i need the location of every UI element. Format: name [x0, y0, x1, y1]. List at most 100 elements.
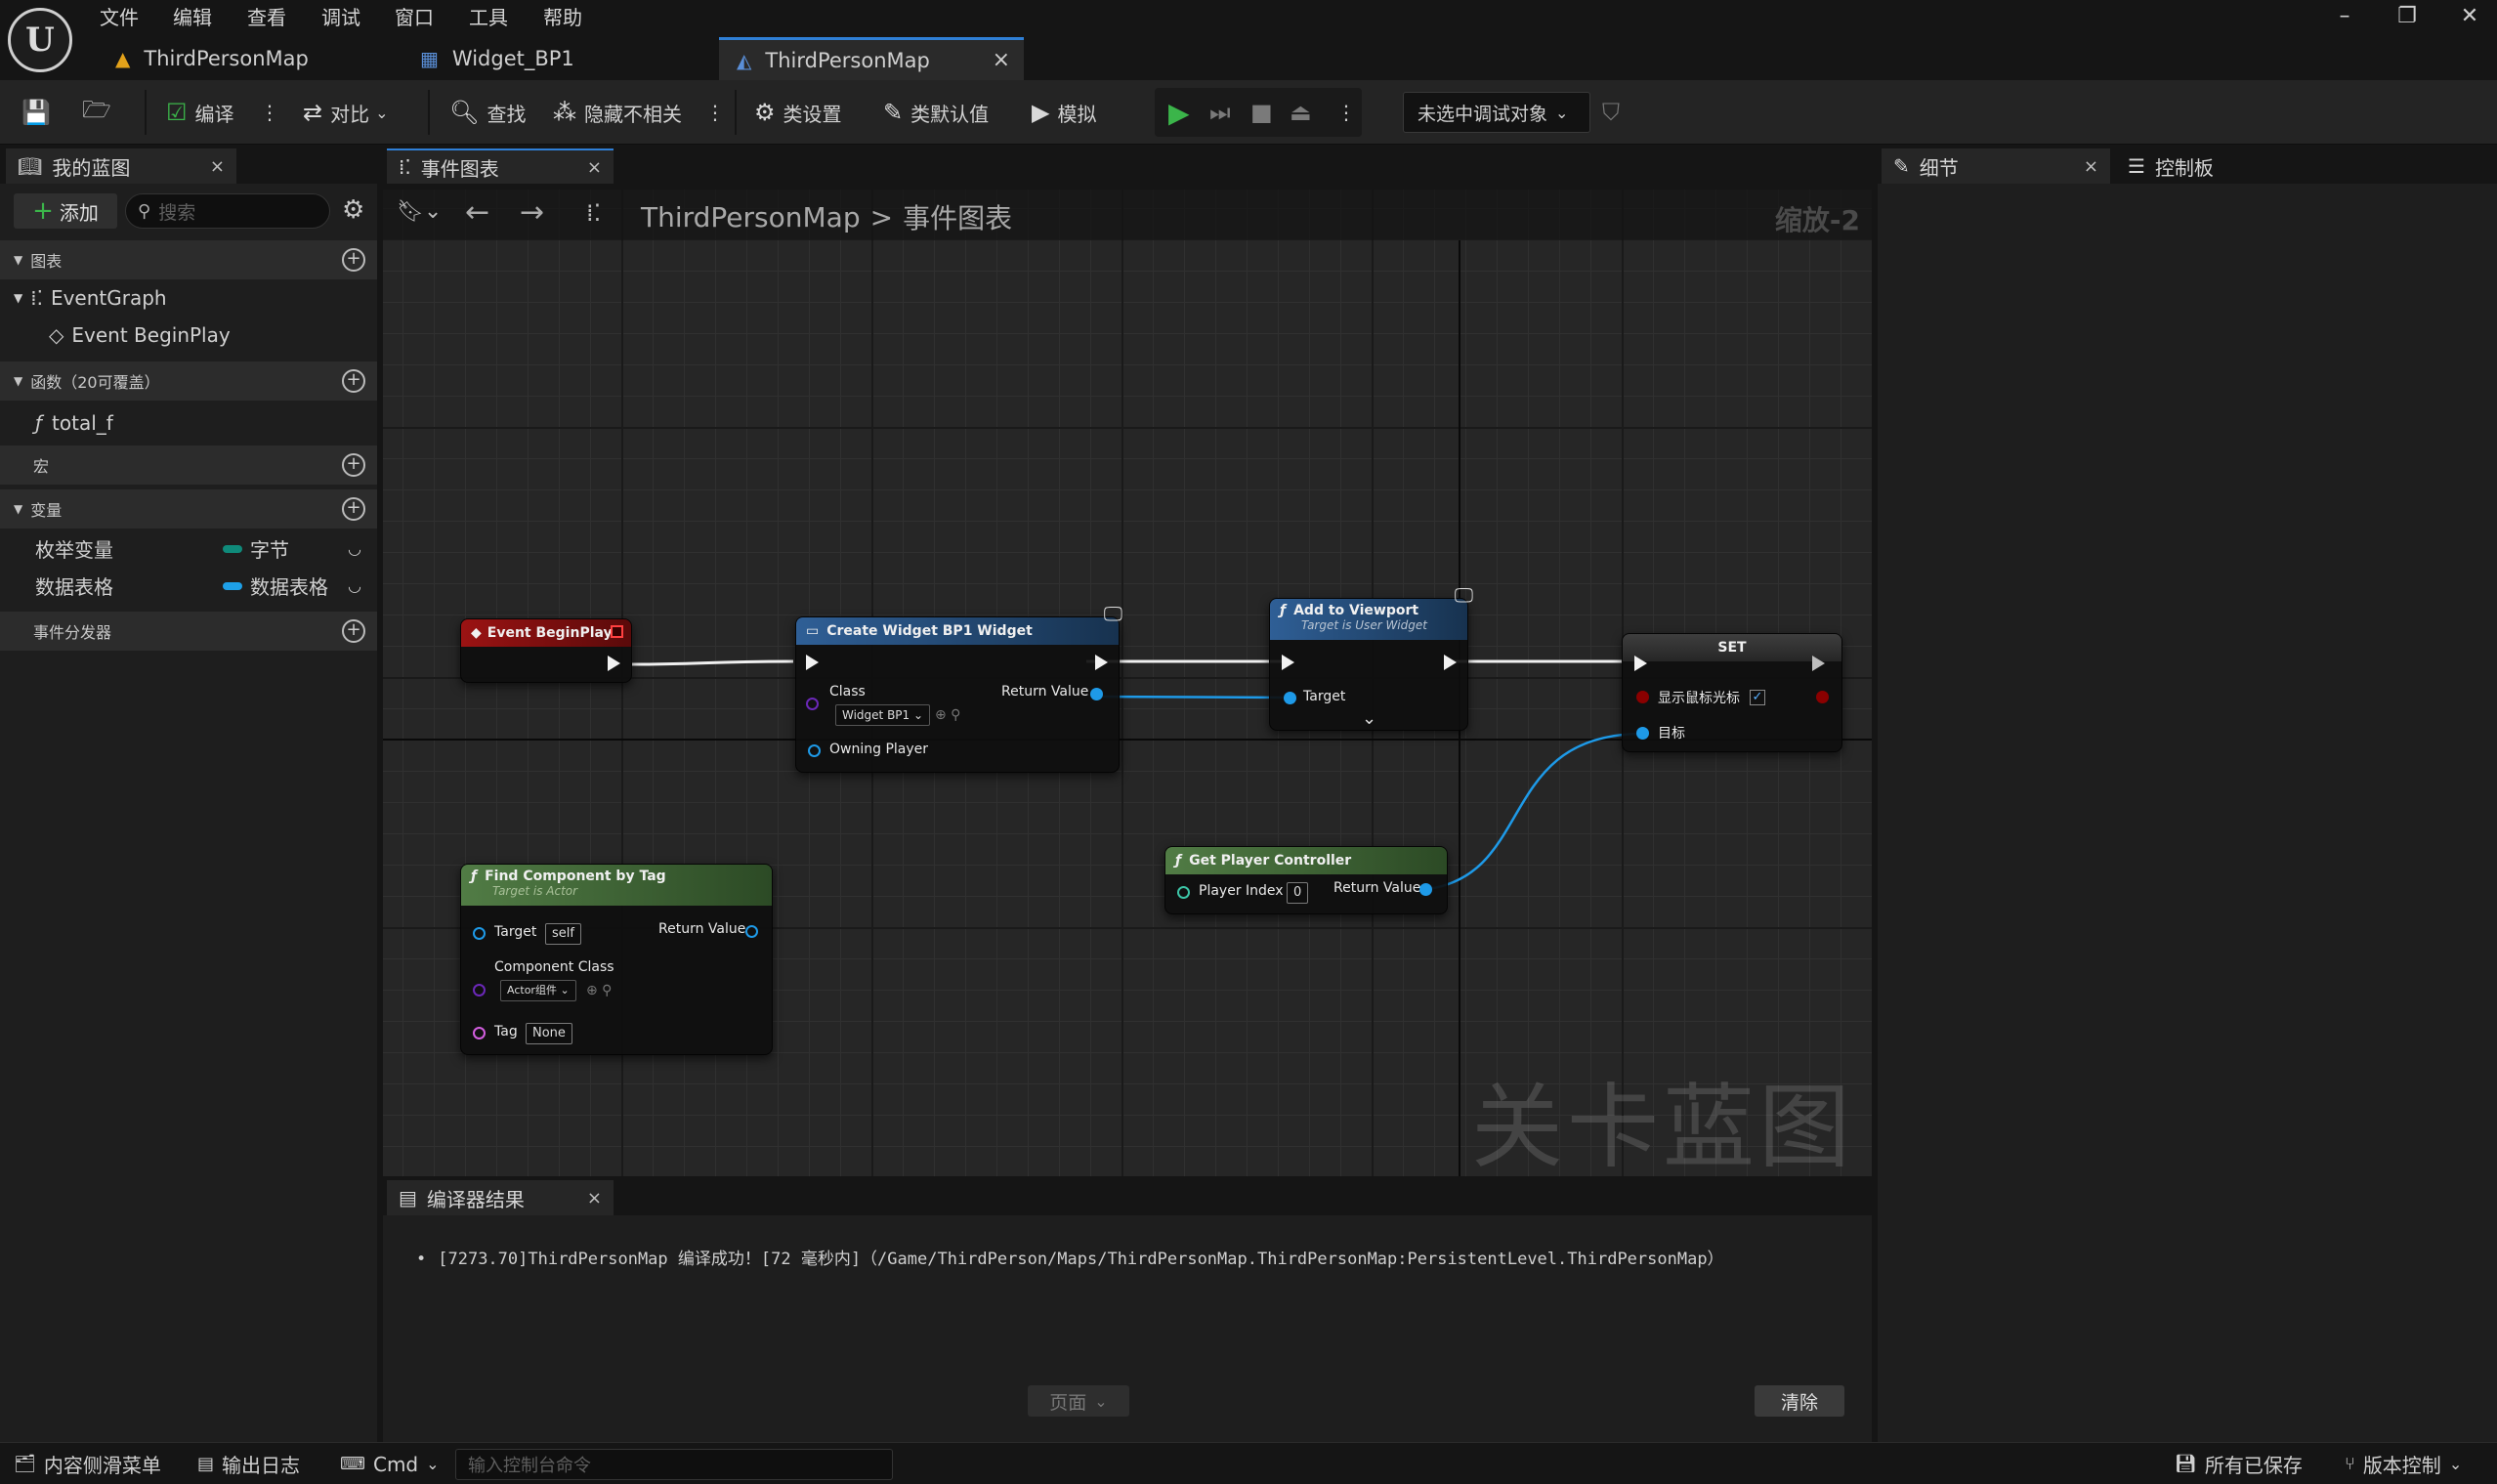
node-get-player-controller[interactable]: ƒ Get Player Controller Player Index 0 R… [1164, 846, 1448, 914]
all-saved-indicator[interactable]: 💾︎ 所有已保存 [2175, 1443, 2303, 1484]
debug-target-dropdown[interactable]: 未选中调试对象 ⌄ [1403, 92, 1590, 133]
settings-gear-icon[interactable]: ⚙ [342, 195, 364, 225]
target-pin[interactable] [1636, 727, 1649, 740]
menu-help[interactable]: 帮助 [543, 2, 582, 31]
palette-tab[interactable]: ☰ 控制板 [2116, 148, 2311, 184]
details-tab[interactable]: ✎ 细节 × [1882, 148, 2110, 184]
menu-view[interactable]: 查看 [247, 2, 286, 31]
close-icon[interactable]: × [210, 156, 225, 177]
target-value-field[interactable]: self [545, 923, 581, 945]
menu-edit[interactable]: 编辑 [173, 2, 212, 31]
exec-in-pin[interactable] [1634, 656, 1647, 671]
close-icon[interactable]: × [2084, 156, 2098, 177]
player-index-field[interactable]: 0 [1287, 882, 1309, 904]
eye-closed-icon[interactable]: ◡ [348, 539, 361, 558]
diff-button[interactable]: ⇄ 对比 ⌄ [303, 80, 389, 145]
exec-out-pin[interactable] [1812, 656, 1825, 671]
tag-value-field[interactable]: None [526, 1023, 572, 1044]
stop-button[interactable]: ■ [1250, 80, 1281, 145]
tree-item-event-graph[interactable]: ▼ ⁞⁚ EventGraph [14, 279, 167, 317]
compiler-message[interactable]: • [7273.70]ThirdPersonMap 编译成功！[72 毫秒内]（/… [416, 1245, 1724, 1269]
node-event-begin-play[interactable]: ◆ Event BeginPlay [460, 618, 632, 683]
show-cursor-pin[interactable] [1636, 691, 1649, 703]
show-cursor-checkbox[interactable]: ✓ [1750, 690, 1765, 705]
functions-section-header[interactable]: ▼ 函数（20可覆盖） + [0, 361, 377, 401]
close-icon[interactable]: × [587, 157, 602, 178]
doc-tab-thirdpersonmap-blueprint[interactable]: ◭ ThirdPersonMap × [719, 37, 1024, 80]
event-graph-canvas[interactable]: 🔖︎⌄ ← → ⁞⁚ ThirdPersonMap > 事件图表 缩放-2 ◆ … [383, 190, 1872, 1176]
tree-item-event-begin-play[interactable]: ◇ Event BeginPlay [49, 317, 231, 354]
class-settings-button[interactable]: ⚙ 类设置 [754, 80, 842, 145]
node-set[interactable]: SET 显示鼠标光标 ✓ 目标 [1622, 633, 1842, 752]
compiler-results-tab[interactable]: ▤ 编译器结果 × [387, 1180, 614, 1215]
eject-button[interactable]: ⏏ [1290, 80, 1320, 145]
add-button[interactable]: + 添加 [14, 193, 117, 229]
debug-filter-button[interactable]: ⛉ [1602, 80, 1628, 145]
component-class-pin[interactable] [473, 984, 486, 996]
add-variable-plus-icon[interactable]: + [342, 497, 365, 521]
variable-row[interactable]: 枚举变量 字节 ◡ [0, 530, 377, 567]
chevron-down-icon[interactable]: ⌄ [1362, 708, 1376, 729]
browse-use-icons[interactable]: ⊕ ⚲ [586, 983, 612, 998]
doc-tab-thirdpersonmap-level[interactable]: ▲ ThirdPersonMap [98, 37, 402, 80]
output-log-button[interactable]: ▤ 输出日志 [197, 1443, 300, 1484]
add-macro-plus-icon[interactable]: + [342, 453, 365, 477]
step-button[interactable]: ⏭ [1209, 80, 1239, 145]
browse-use-icons[interactable]: ⊕ ⚲ [935, 707, 960, 723]
eye-closed-icon[interactable]: ◡ [348, 576, 361, 595]
compile-options-button[interactable]: ⋮ [260, 80, 279, 145]
exec-out-pin[interactable] [1095, 655, 1108, 670]
save-button[interactable]: 💾 [21, 80, 59, 145]
event-graph-tab[interactable]: ⁞⁚ 事件图表 × [387, 148, 614, 184]
player-index-pin[interactable] [1177, 886, 1190, 899]
hide-unrelated-options-button[interactable]: ⋮ [705, 80, 725, 145]
component-class-dropdown[interactable]: Actor组件 ⌄ [500, 980, 576, 1001]
exec-in-pin[interactable] [806, 655, 819, 670]
browse-button[interactable]: 🗁 [82, 80, 119, 145]
return-value-pin[interactable] [1419, 883, 1432, 896]
class-dropdown[interactable]: Widget BP1 ⌄ [835, 704, 931, 726]
unreal-logo-icon[interactable]: U [8, 8, 72, 72]
owning-player-pin[interactable] [808, 744, 821, 757]
exec-in-pin[interactable] [1282, 655, 1294, 670]
node-add-to-viewport[interactable]: ƒ Add to Viewport Target is User Widget … [1269, 583, 1473, 731]
close-icon[interactable]: × [587, 1188, 602, 1208]
node-create-widget[interactable]: ▭ Create Widget BP1 Widget 🖵 Class Widge… [795, 602, 1122, 773]
exec-out-pin[interactable] [608, 656, 620, 671]
return-value-pin[interactable] [1090, 688, 1103, 700]
play-options-button[interactable]: ⋮ [1336, 80, 1356, 145]
add-function-plus-icon[interactable]: + [342, 369, 365, 393]
menu-debug[interactable]: 调试 [321, 2, 360, 31]
compile-button[interactable]: ☑ 编译 [166, 80, 234, 145]
restore-button[interactable]: ❐ [2384, 4, 2431, 33]
menu-window[interactable]: 窗口 [395, 2, 434, 31]
tag-pin[interactable] [473, 1027, 486, 1039]
dispatchers-section-header[interactable]: 事件分发器 + [0, 612, 377, 651]
search-box[interactable]: ⚲ 搜索 [125, 193, 330, 229]
class-defaults-button[interactable]: ✎ 类默认值 [883, 80, 989, 145]
tree-item-function-total[interactable]: ƒ total_f [35, 404, 113, 442]
doc-tab-widget-bp1[interactable]: ▦ Widget_BP1 [402, 37, 717, 80]
variables-section-header[interactable]: ▼ 变量 + [0, 489, 377, 529]
variable-row[interactable]: 数据表格 数据表格 ◡ [0, 567, 377, 604]
node-find-component-by-tag[interactable]: ƒ Find Component by Tag Target is Actor … [460, 864, 773, 1055]
close-icon[interactable]: × [993, 48, 1010, 72]
add-dispatcher-plus-icon[interactable]: + [342, 619, 365, 643]
delegate-pin[interactable] [611, 625, 623, 638]
target-pin[interactable] [473, 927, 486, 940]
menu-tools[interactable]: 工具 [469, 2, 508, 31]
add-graph-plus-icon[interactable]: + [342, 248, 365, 272]
source-control-button[interactable]: ⑂ 版本控制 ⌄ [2345, 1443, 2462, 1484]
hide-unrelated-button[interactable]: ⁂ 隐藏不相关 [553, 80, 682, 145]
my-blueprint-tab[interactable]: 📖︎ 我的蓝图 × [6, 148, 236, 184]
close-window-button[interactable]: ✕ [2446, 4, 2493, 33]
menu-file[interactable]: 文件 [100, 2, 139, 31]
console-input[interactable]: 输入控制台命令 [455, 1449, 893, 1480]
page-dropdown[interactable]: 页面 ⌄ [1028, 1385, 1129, 1417]
show-cursor-out-pin[interactable] [1816, 691, 1829, 703]
clear-button[interactable]: 清除 [1755, 1385, 1844, 1417]
return-value-pin[interactable] [745, 925, 758, 938]
content-drawer-button[interactable]: 🗂︎ 内容侧滑菜单 [14, 1443, 161, 1484]
macros-section-header[interactable]: 宏 + [0, 445, 377, 485]
minimize-button[interactable]: – [2321, 4, 2368, 33]
